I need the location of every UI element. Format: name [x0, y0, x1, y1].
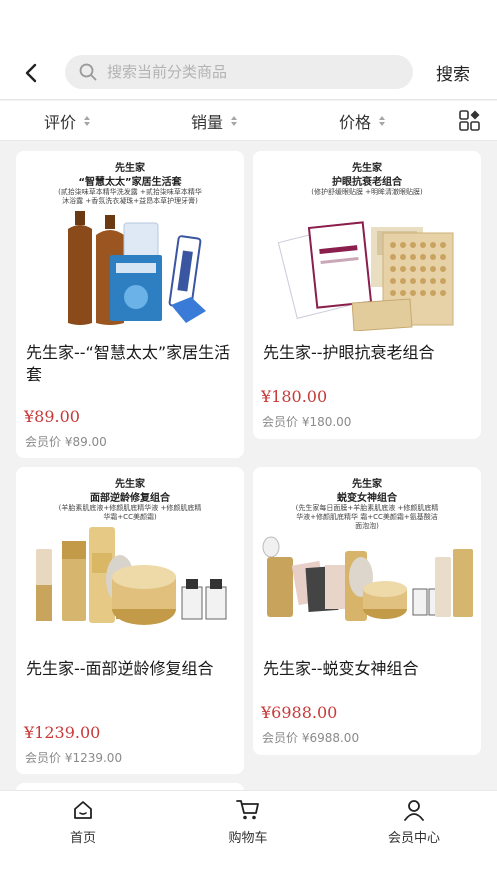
- tab-home[interactable]: 首页: [23, 799, 143, 846]
- product-price: ¥180.00: [261, 387, 328, 406]
- tab-home-label: 首页: [69, 831, 96, 846]
- product-photo: [277, 221, 454, 331]
- product-price: ¥89.00: [24, 407, 80, 426]
- product-image: 先生家 护眼抗衰老组合 (修护舒缓眼贴膜 +明眸清澈眼贴膜): [253, 151, 481, 331]
- member-price: 会员价 ¥89.00: [25, 435, 107, 449]
- cart-icon: [236, 800, 259, 820]
- product-card[interactable]: 先生家 护眼抗衰老组合 (修护舒缓眼贴膜 +明眸清澈眼贴膜) 先生家--护眼抗衰…: [253, 151, 481, 439]
- sort-price-label: 价格: [339, 113, 372, 132]
- chevron-left-icon: [25, 63, 37, 83]
- tab-cart-label: 购物车: [228, 831, 268, 846]
- member-price: 会员价 ¥180.00: [262, 415, 352, 429]
- product-card[interactable]: 先生家 “智慧太太”家居生活套 (贰拾柒味草本精华洗发露 +贰拾柒味草本精华沐浴…: [16, 151, 244, 458]
- bottom-tab-bar: 首页 购物车 会员中心: [0, 790, 497, 883]
- sort-by-rating[interactable]: 评价: [44, 101, 91, 141]
- product-name: 先生家--面部逆龄修复组合: [26, 659, 214, 678]
- product-photo: [68, 211, 206, 325]
- product-price: ¥6988.00: [261, 703, 338, 722]
- home-icon: [74, 801, 92, 819]
- tab-member-center[interactable]: 会员中心: [354, 799, 474, 846]
- product-photo: [36, 527, 227, 625]
- sort-by-sales[interactable]: 销量: [191, 101, 238, 141]
- product-name: 先生家--“智慧太太”家居生活套: [26, 343, 231, 384]
- product-photo: [262, 536, 473, 621]
- product-card[interactable]: 先生家 蜕变女神组合 (先生家每日面膜+羊胎素肌底液 +修颜肌底精华液+修颜肌底…: [253, 467, 481, 755]
- product-name: 先生家--蜕变女神组合: [263, 659, 419, 678]
- search-button[interactable]: 搜索: [436, 60, 470, 85]
- product-name: 先生家--护眼抗衰老组合: [263, 343, 435, 362]
- tab-cart[interactable]: 购物车: [188, 799, 308, 846]
- search-icon: [79, 63, 97, 81]
- member-price: 会员价 ¥1239.00: [25, 751, 123, 765]
- search-input[interactable]: [107, 63, 387, 81]
- layout-toggle-button[interactable]: [458, 109, 482, 133]
- user-icon: [404, 800, 424, 821]
- sort-bar: 评价 销量 价格: [0, 101, 497, 141]
- top-bar: 搜索: [0, 0, 497, 100]
- sort-rating-label: 评价: [44, 113, 77, 132]
- search-bar[interactable]: [65, 55, 413, 89]
- sort-arrows-icon: [231, 116, 238, 126]
- member-price: 会员价 ¥6988.00: [262, 731, 360, 745]
- sort-arrows-icon: [379, 116, 386, 126]
- product-image: 先生家 面部逆龄修复组合 (羊胎素肌底液+修颜肌底精华液 +修颜肌底精华霜+CC…: [16, 467, 244, 647]
- sort-sales-label: 销量: [191, 113, 224, 132]
- product-image: 先生家 “智慧太太”家居生活套 (贰拾柒味草本精华洗发露 +贰拾柒味草本精华沐浴…: [16, 151, 244, 331]
- product-card[interactable]: 先生家 面部逆龄修复组合 (羊胎素肌底液+修颜肌底精华液 +修颜肌底精华霜+CC…: [16, 467, 244, 774]
- grid-view-icon: [459, 110, 480, 131]
- sort-by-price[interactable]: 价格: [339, 101, 386, 141]
- sort-arrows-icon: [84, 116, 91, 126]
- back-button[interactable]: [18, 58, 44, 88]
- product-image: 先生家 蜕变女神组合 (先生家每日面膜+羊胎素肌底液 +修颜肌底精华液+修颜肌底…: [253, 467, 481, 647]
- product-price: ¥1239.00: [24, 723, 101, 742]
- tab-member-label: 会员中心: [387, 831, 440, 846]
